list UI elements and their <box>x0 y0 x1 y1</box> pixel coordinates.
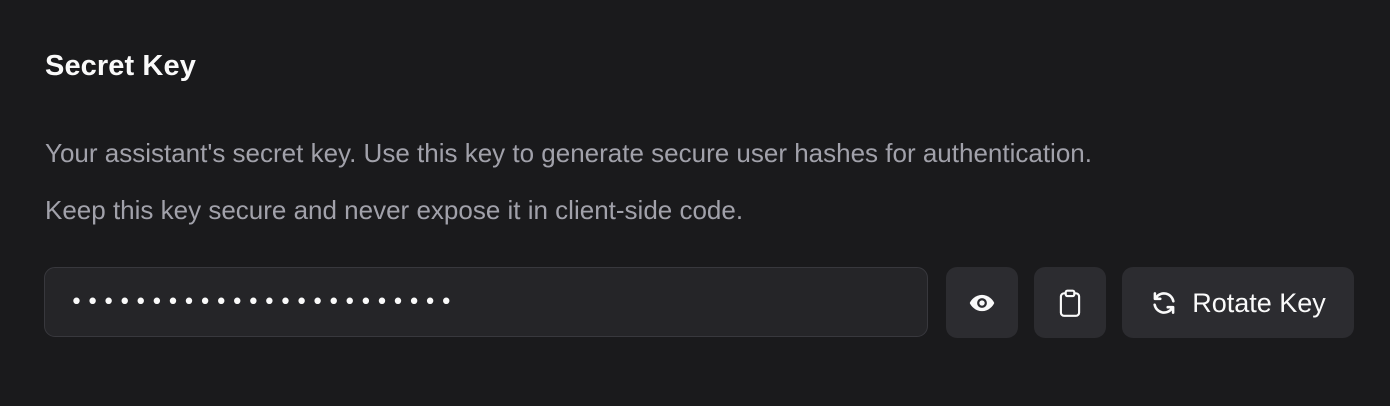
clipboard-icon <box>1059 289 1081 317</box>
refresh-icon <box>1153 291 1175 314</box>
rotate-key-label: Rotate Key <box>1192 287 1326 318</box>
section-description: Your assistant's secret key. Use this ke… <box>45 138 1092 168</box>
section-title: Secret Key <box>45 50 196 82</box>
secret-key-input[interactable]: •••••••••••••••••••••••• <box>44 267 928 337</box>
rotate-key-button[interactable]: Rotate Key <box>1122 267 1354 338</box>
copy-key-button[interactable] <box>1034 267 1106 338</box>
secret-key-panel: Secret Key Your assistant's secret key. … <box>0 0 1390 406</box>
section-description-warning: Keep this key secure and never expose it… <box>45 195 744 225</box>
toggle-visibility-button[interactable] <box>946 267 1018 338</box>
eye-icon <box>969 294 995 311</box>
